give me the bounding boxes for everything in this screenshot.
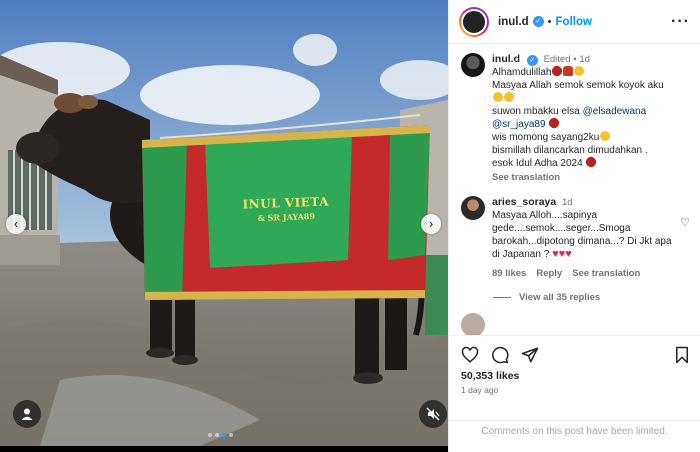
verified-badge-icon: ✓ bbox=[532, 16, 544, 27]
user-tag-icon[interactable] bbox=[13, 400, 41, 428]
post-header: inul.d ✓ • Follow ··· bbox=[449, 0, 700, 44]
caption-separator: • bbox=[573, 54, 577, 65]
carousel-dot-active bbox=[222, 433, 226, 437]
commenter-username[interactable]: aries_soraya bbox=[492, 196, 556, 208]
heart-emoji-icon: ♥ bbox=[565, 248, 572, 260]
rugby-ball-emoji-icon bbox=[584, 155, 599, 169]
caption-edited: Edited bbox=[543, 54, 571, 65]
comment-age: 1d bbox=[562, 197, 573, 208]
smile-emoji-icon bbox=[504, 92, 514, 102]
chevron-right-icon[interactable]: › bbox=[421, 214, 441, 234]
bookmark-icon[interactable] bbox=[674, 346, 690, 364]
post-actions: 50,353 likes 1 day ago bbox=[449, 335, 700, 395]
grin-emoji-icon bbox=[493, 92, 503, 102]
caption-line-6: esok Idul Adha 2024 bbox=[492, 158, 583, 169]
author-avatar[interactable] bbox=[459, 6, 489, 37]
mention-link[interactable]: @sr_jaya89 bbox=[492, 119, 546, 130]
caption-see-translation[interactable]: See translation bbox=[492, 171, 690, 184]
rugby-ball-emoji-icon bbox=[550, 64, 565, 78]
view-replies-label: View all 35 replies bbox=[519, 292, 601, 303]
share-icon[interactable] bbox=[521, 346, 539, 364]
follow-button[interactable]: Follow bbox=[556, 16, 592, 28]
mute-icon[interactable] bbox=[419, 400, 447, 428]
comments-limited-notice: Comments on this post have been limited. bbox=[449, 420, 700, 452]
caption: inul.d ✓ Edited • 1d Alhamdulillah Masya… bbox=[461, 53, 690, 184]
reply-button[interactable]: Reply bbox=[536, 267, 562, 280]
header-separator: • bbox=[547, 15, 552, 28]
caption-line-5: bismillah dilancarkan dimudahkan . bbox=[492, 145, 648, 156]
banner-line-1: INUL VIETA bbox=[242, 194, 330, 212]
blanket-banner: INUL VIETA & SR JAYA89 bbox=[226, 194, 347, 224]
caption-line-1: Alhamdulillah bbox=[492, 67, 552, 78]
smile-emoji-icon bbox=[574, 66, 585, 76]
carousel-dot bbox=[208, 433, 212, 437]
heart-eyes-emoji-icon bbox=[600, 131, 611, 141]
comment-like-heart-icon[interactable]: ♡ bbox=[680, 216, 690, 229]
chevron-left-icon[interactable]: ‹ bbox=[6, 214, 26, 234]
comment-item bbox=[461, 313, 690, 335]
caption-avatar[interactable] bbox=[461, 53, 485, 77]
carousel-dot bbox=[215, 433, 219, 437]
comment-see-translation[interactable]: See translation bbox=[572, 267, 640, 280]
caption-line-3: suwon mbakku elsa bbox=[492, 106, 583, 117]
rugby-ball-emoji-icon bbox=[547, 116, 562, 130]
caption-username[interactable]: inul.d bbox=[492, 53, 520, 65]
verified-badge-icon: ✓ bbox=[526, 55, 538, 66]
post-timestamp: 1 day ago bbox=[461, 385, 499, 395]
heart-icon[interactable] bbox=[461, 346, 479, 364]
post-media[interactable]: INUL VIETA & SR JAYA89 ‹ › bbox=[0, 0, 448, 446]
caption-age: 1d bbox=[579, 54, 590, 65]
caption-line-2: Masyaa Allah semok semok koyok aku bbox=[492, 80, 664, 91]
comment-icon[interactable] bbox=[491, 346, 509, 364]
likes-count[interactable]: 50,353 likes bbox=[461, 370, 690, 382]
view-replies-button[interactable]: View all 35 replies bbox=[493, 292, 690, 303]
comment-text: Masyaa Alloh....sapinya gede....semok...… bbox=[492, 210, 672, 260]
author-username[interactable]: inul.d bbox=[498, 16, 529, 28]
mention-link[interactable]: @elsadewana bbox=[583, 106, 647, 117]
commenter-avatar[interactable] bbox=[461, 196, 485, 220]
carousel-dots bbox=[208, 433, 233, 437]
post-photo bbox=[0, 0, 448, 446]
comment-likes[interactable]: 89 likes bbox=[492, 267, 526, 280]
post-panel: inul.d ✓ • Follow ··· inul.d ✓ Edited • … bbox=[448, 0, 700, 452]
caption-line-4: wis momong sayang2ku bbox=[492, 132, 600, 143]
comment-item: aries_soraya 1d Masyaa Alloh....sapinya … bbox=[461, 196, 690, 280]
person-emoji-icon bbox=[563, 66, 574, 76]
comments-section[interactable]: inul.d ✓ Edited • 1d Alhamdulillah Masya… bbox=[449, 45, 700, 335]
commenter-avatar[interactable] bbox=[461, 313, 485, 335]
more-options-icon[interactable]: ··· bbox=[671, 13, 690, 31]
carousel-dot bbox=[229, 433, 233, 437]
